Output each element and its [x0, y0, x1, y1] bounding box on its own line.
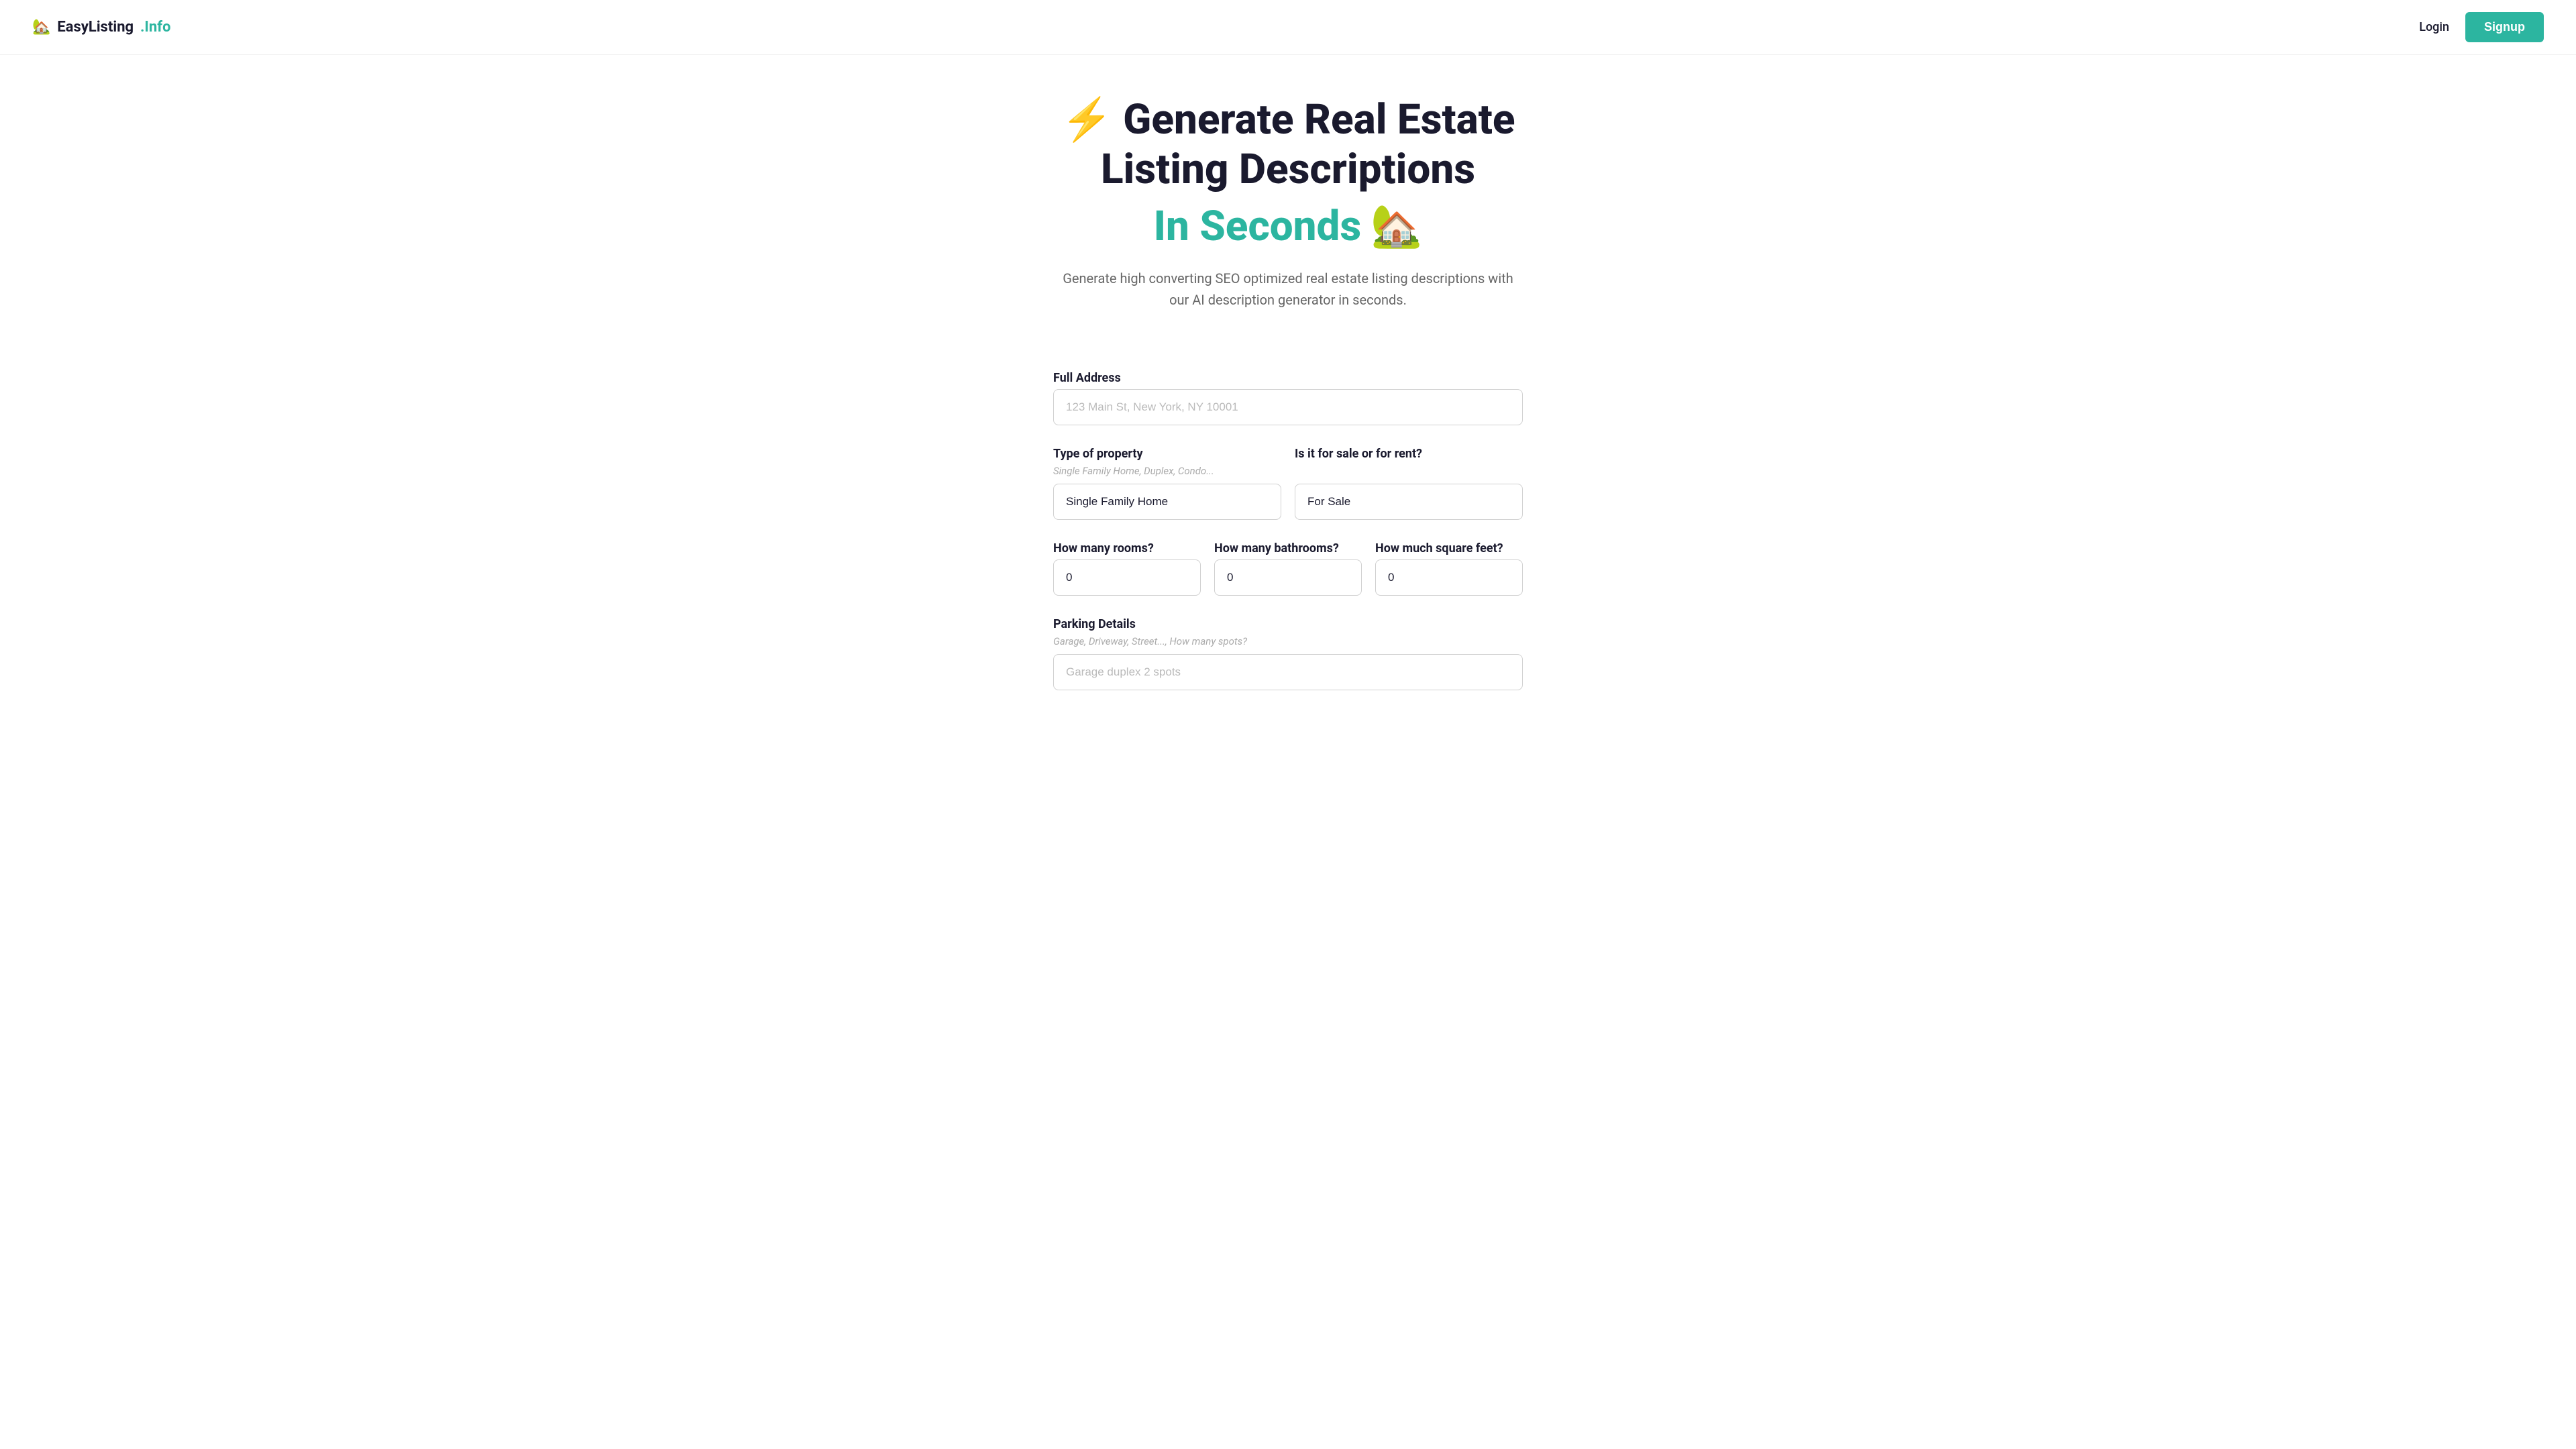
property-type-input[interactable] — [1053, 484, 1281, 520]
logo-text-main: EasyListing — [57, 19, 133, 36]
house-emoji: 🏡 — [1371, 202, 1422, 252]
rooms-input[interactable] — [1053, 559, 1201, 596]
sale-rent-label: Is it for sale or for rent? — [1295, 447, 1523, 461]
signup-button[interactable]: Signup — [2465, 12, 2544, 42]
parking-group: Parking Details Garage, Driveway, Street… — [1053, 617, 1523, 690]
rooms-group: How many rooms? — [1053, 541, 1201, 596]
address-group: Full Address — [1053, 371, 1523, 425]
login-link[interactable]: Login — [2419, 20, 2449, 34]
hero-subtitle-text: In Seconds — [1154, 202, 1362, 252]
bathrooms-label: How many bathrooms? — [1214, 541, 1362, 555]
address-input[interactable] — [1053, 389, 1523, 425]
property-type-hint: Single Family Home, Duplex, Condo... — [1053, 465, 1281, 477]
property-type-group: Type of property Single Family Home, Dup… — [1053, 447, 1281, 520]
sale-rent-input[interactable] — [1295, 484, 1523, 520]
navbar-actions: Login Signup — [2419, 12, 2544, 42]
hero-title-line1: Generate Real Estate — [1123, 95, 1515, 144]
hero-subtitle: In Seconds 🏡 — [13, 202, 2563, 252]
rooms-label: How many rooms? — [1053, 541, 1201, 555]
square-feet-input[interactable] — [1375, 559, 1523, 596]
parking-label: Parking Details — [1053, 617, 1523, 631]
logo-text-dot: .Info — [140, 19, 170, 36]
lightning-icon: ⚡ — [1061, 95, 1112, 144]
logo-emoji: 🏡 — [32, 19, 50, 36]
hero-section: ⚡ Generate Real Estate Listing Descripti… — [0, 55, 2576, 371]
sale-rent-group: Is it for sale or for rent? — [1295, 447, 1523, 520]
parking-hint: Garage, Driveway, Street..., How many sp… — [1053, 635, 1523, 647]
property-type-label: Type of property — [1053, 447, 1281, 461]
property-sale-row: Type of property Single Family Home, Dup… — [1053, 447, 1523, 541]
rooms-row: How many rooms? How many bathrooms? How … — [1053, 541, 1523, 617]
square-feet-label: How much square feet? — [1375, 541, 1523, 555]
parking-input[interactable] — [1053, 654, 1523, 690]
hero-title-line2: Listing Descriptions — [1101, 145, 1475, 194]
navbar: 🏡 EasyListing .Info Login Signup — [0, 0, 2576, 55]
address-label: Full Address — [1053, 371, 1523, 385]
square-feet-group: How much square feet? — [1375, 541, 1523, 596]
listing-form: Full Address Type of property Single Fam… — [1040, 371, 1536, 765]
hero-description: Generate high converting SEO optimized r… — [1060, 268, 1516, 311]
bathrooms-group: How many bathrooms? — [1214, 541, 1362, 596]
hero-title: ⚡ Generate Real Estate Listing Descripti… — [13, 95, 2563, 195]
bathrooms-input[interactable] — [1214, 559, 1362, 596]
logo[interactable]: 🏡 EasyListing .Info — [32, 19, 171, 36]
